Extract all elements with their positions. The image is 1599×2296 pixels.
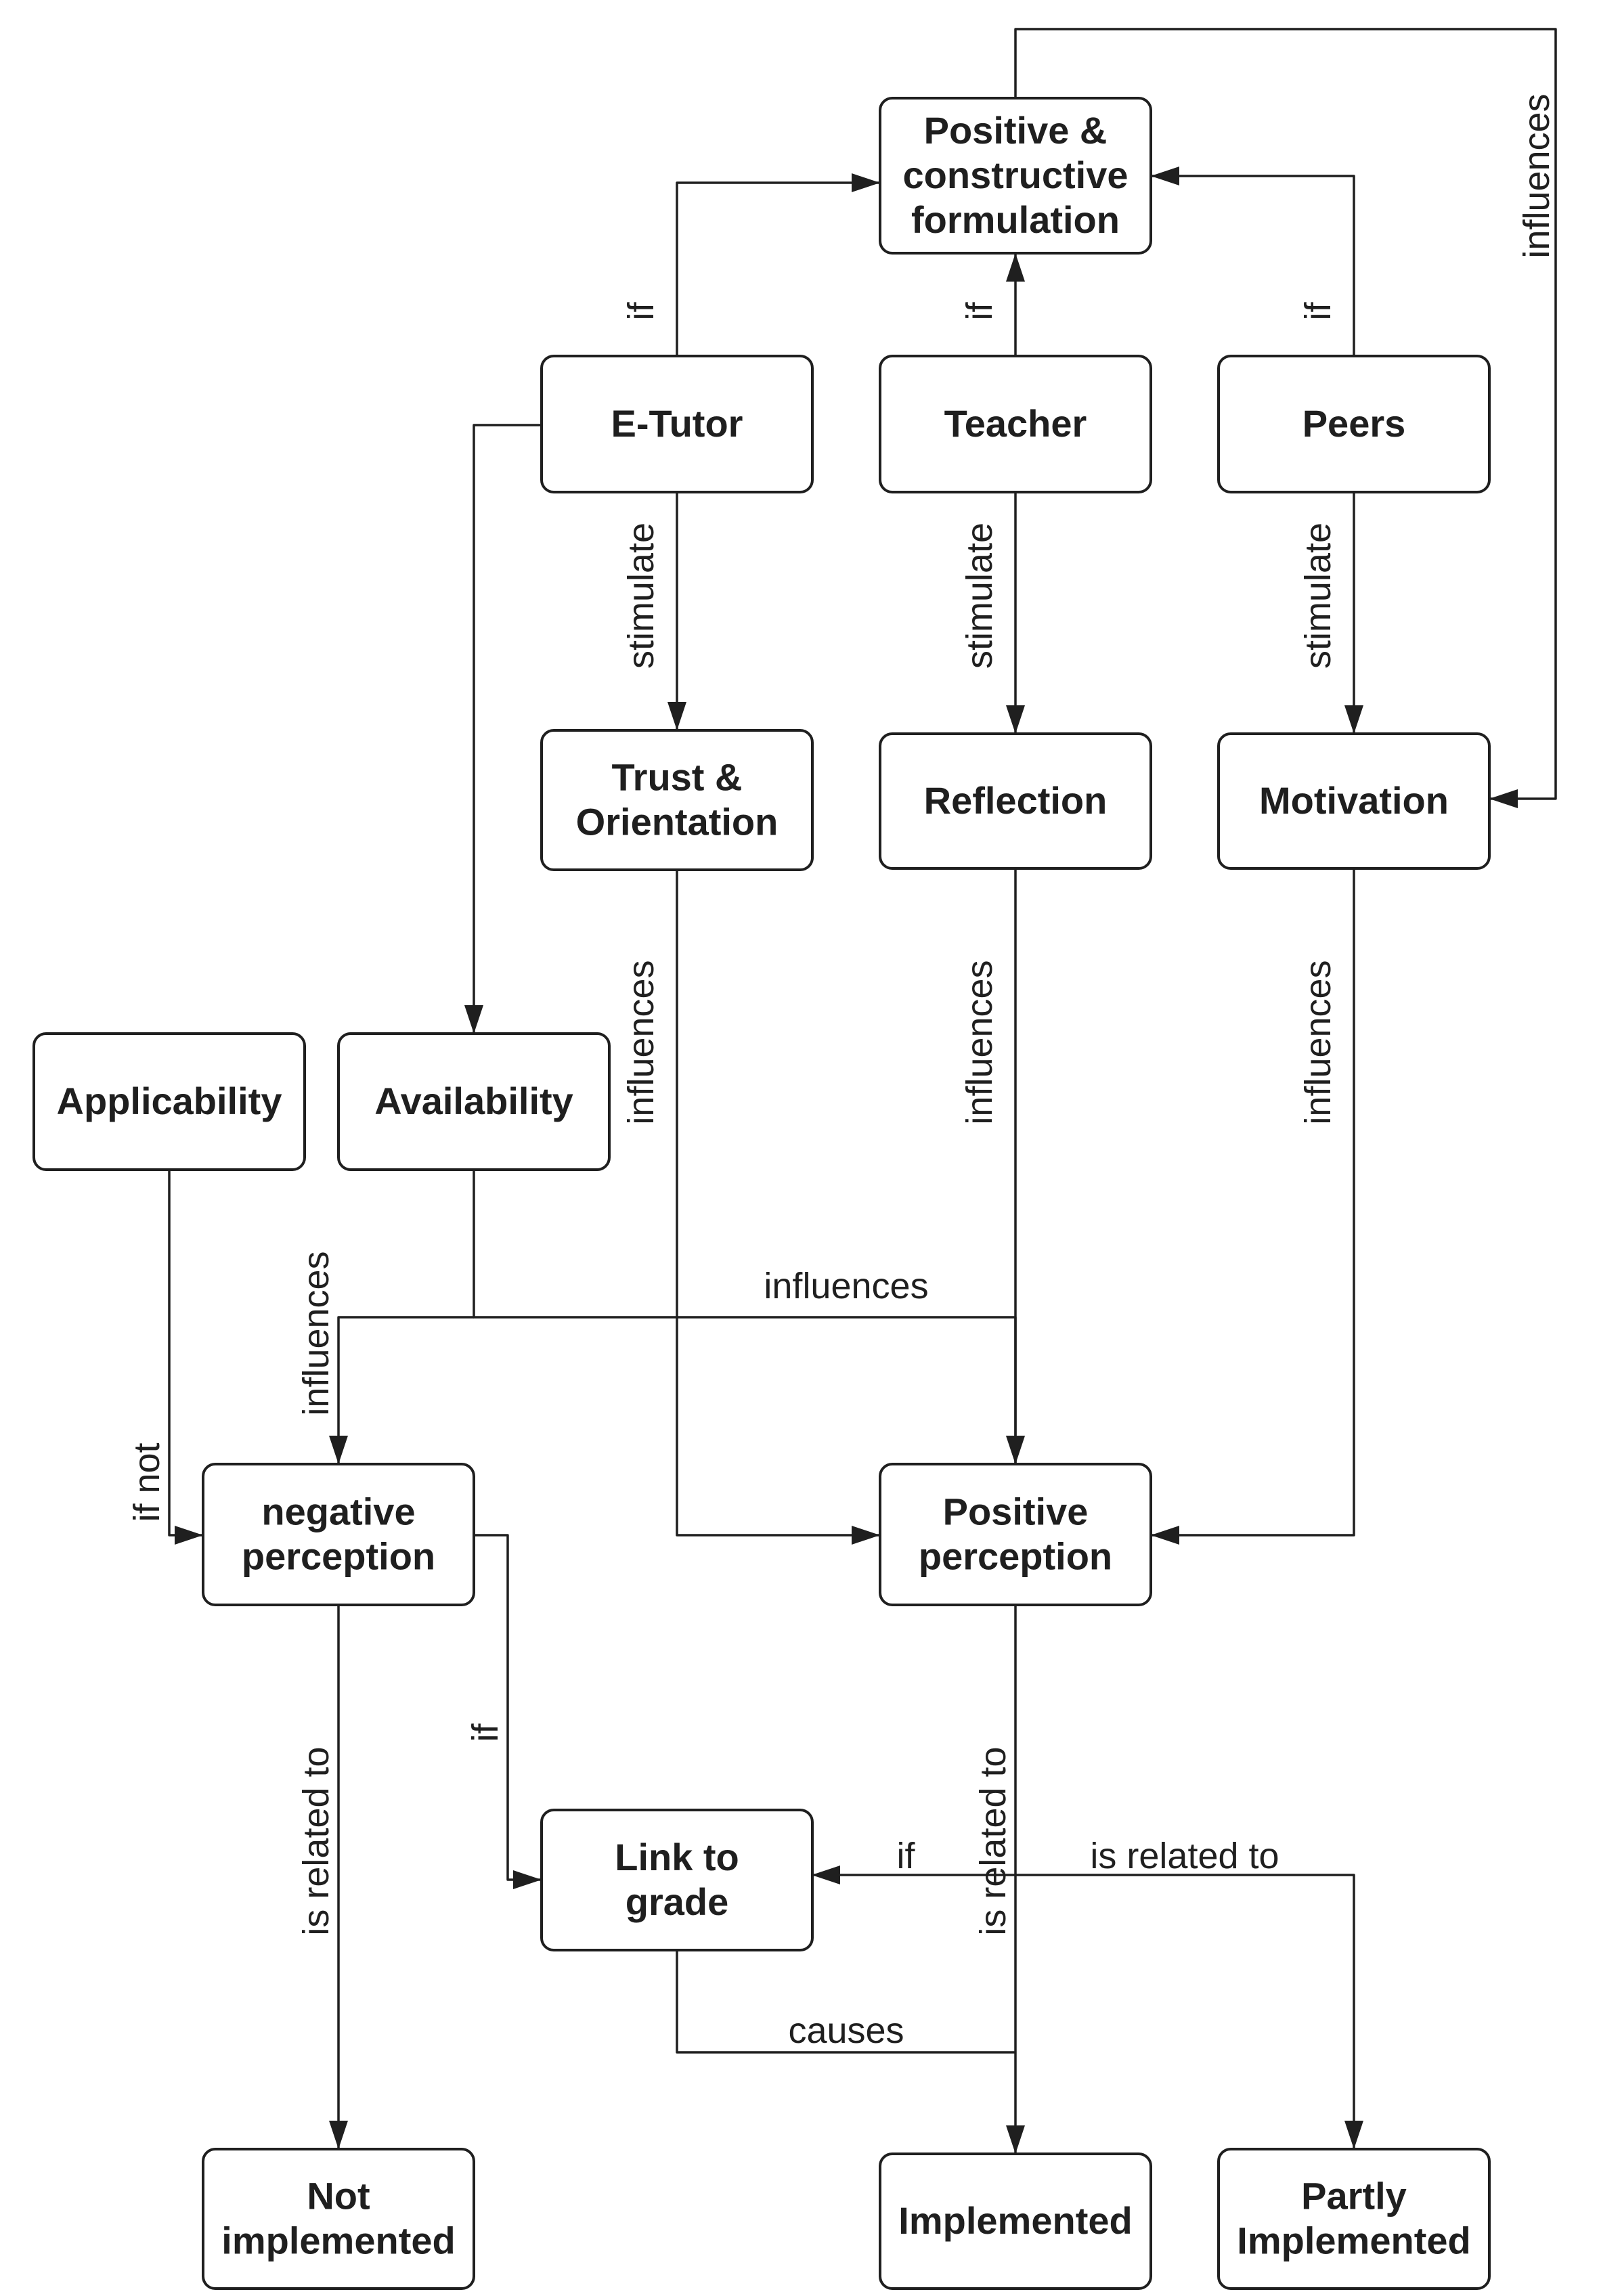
node-label: implemented [221, 2219, 455, 2261]
node-label: Applicability [57, 1080, 282, 1122]
node-motivation: Motivation [1217, 732, 1491, 870]
node-label: Motivation [1259, 779, 1449, 822]
node-impl: Implemented [879, 2152, 1152, 2290]
node-applicability: Applicability [32, 1032, 306, 1171]
edge-trust-positive-arrowhead [852, 1526, 880, 1545]
edge-etutor-trust [667, 492, 686, 730]
edge-label: stimulate [959, 523, 1000, 669]
edge-negative-link [474, 1534, 542, 1889]
node-label: Implemented [898, 2199, 1132, 2242]
edge-label: if [465, 1723, 506, 1742]
edge-label: influences [764, 1266, 928, 1306]
concept-diagram: Positive &constructiveformulation E-Tutor… [32, 28, 1557, 2290]
edge-label: influences [1298, 960, 1338, 1124]
edge-label: stimulate [1298, 523, 1338, 669]
node-label: Partly [1301, 2174, 1407, 2217]
edge-line [168, 1170, 203, 1537]
node-pcf: Positive &constructiveformulation [879, 97, 1152, 255]
edge-peers-motivation-arrowhead [1344, 705, 1363, 734]
edge-negative-notimpl-arrowhead [329, 2121, 348, 2149]
edge-peers-pcf-arrowhead [1151, 167, 1179, 185]
edge-teacher-pcf-arrowhead [1006, 253, 1025, 282]
edge-line [1015, 1874, 1355, 2149]
node-availability: Availability [337, 1032, 611, 1171]
edge-etutor-pcf [676, 173, 880, 356]
edge-applicability-negative [168, 1170, 203, 1545]
node-reflection: Reflection [879, 732, 1152, 870]
node-label: Teacher [944, 402, 1087, 445]
edge-positive-partly [1015, 1874, 1363, 2149]
edge-etutor-trust-arrowhead [667, 702, 686, 730]
edge-label: is related to [973, 1746, 1013, 1935]
edge-line [337, 1316, 474, 1464]
node-label: Implemented [1237, 2219, 1470, 2261]
node-label: perception [242, 1535, 435, 1577]
edge-line [473, 1170, 1017, 1464]
edge-etutor-availability [464, 424, 542, 1034]
edge-line [474, 1534, 542, 1881]
edge-line [473, 424, 542, 1034]
edge-label: influences [296, 1251, 336, 1415]
node-label: negative [261, 1490, 415, 1532]
edge-availability-negative [329, 1316, 474, 1464]
edge-line [1151, 175, 1355, 356]
edge-peers-motivation [1344, 492, 1363, 734]
edge-positive-partly-arrowhead [1344, 2121, 1363, 2149]
edge-label: influences [621, 960, 661, 1124]
edge-label: is related to [296, 1746, 336, 1935]
edge-label: if [959, 302, 1000, 321]
edge-pcf-motivation-arrowhead [1489, 789, 1518, 808]
node-label: constructive [903, 154, 1129, 196]
edge-availability-positive-arrowhead [1006, 1436, 1025, 1464]
edge-label: if not [127, 1442, 167, 1522]
node-label: Trust & [612, 755, 743, 798]
edge-label: if [621, 302, 661, 321]
edge-availability-positive [473, 1170, 1025, 1464]
edge-positive-link-arrowhead [812, 1866, 840, 1884]
node-negative: negativeperception [202, 1463, 475, 1606]
node-label: Peers [1302, 402, 1406, 445]
edge-positive-impl-arrowhead [1006, 2125, 1025, 2154]
edge-peers-pcf [1151, 167, 1355, 356]
edge-etutor-availability-arrowhead [464, 1005, 483, 1034]
node-label: Positive & [924, 109, 1108, 152]
node-trust: Trust &Orientation [540, 729, 814, 871]
node-label: Not [307, 2174, 370, 2217]
edge-label: if [1298, 302, 1338, 321]
node-label: Reflection [924, 779, 1108, 822]
edge-label: stimulate [621, 523, 661, 669]
edge-label: influences [1516, 93, 1557, 258]
node-label: perception [919, 1535, 1112, 1577]
edge-motivation-positive-arrowhead [1151, 1526, 1179, 1545]
node-partly: PartlyImplemented [1217, 2148, 1491, 2290]
node-teacher: Teacher [879, 355, 1152, 493]
edge-trust-positive [676, 870, 880, 1545]
node-label: Positive [943, 1490, 1089, 1532]
node-link: Link tograde [540, 1809, 814, 1951]
node-positive: Positiveperception [879, 1463, 1152, 1606]
node-label: Orientation [576, 800, 779, 843]
edge-label: if [897, 1836, 916, 1876]
edge-applicability-negative-arrowhead [175, 1526, 203, 1545]
node-label: Availability [374, 1080, 573, 1122]
edge-availability-negative-arrowhead [329, 1436, 348, 1464]
node-notimpl: Notimplemented [202, 2148, 475, 2290]
node-label: formulation [911, 198, 1120, 241]
edge-label: causes [788, 2010, 904, 2051]
edge-etutor-pcf-arrowhead [852, 173, 880, 192]
node-peers: Peers [1217, 355, 1491, 493]
node-label: grade [626, 1880, 729, 1923]
edge-teacher-reflection-arrowhead [1006, 705, 1025, 734]
node-label: E-Tutor [611, 402, 743, 445]
edge-label: is related to [1090, 1836, 1279, 1876]
edge-teacher-pcf [1006, 253, 1025, 356]
edge-line [676, 870, 880, 1537]
edge-negative-link-arrowhead [513, 1870, 542, 1889]
edge-teacher-reflection [1006, 492, 1025, 734]
node-etutor: E-Tutor [540, 355, 814, 493]
node-label: Link to [615, 1836, 739, 1878]
edge-line [676, 181, 880, 356]
edge-label: influences [959, 960, 1000, 1124]
